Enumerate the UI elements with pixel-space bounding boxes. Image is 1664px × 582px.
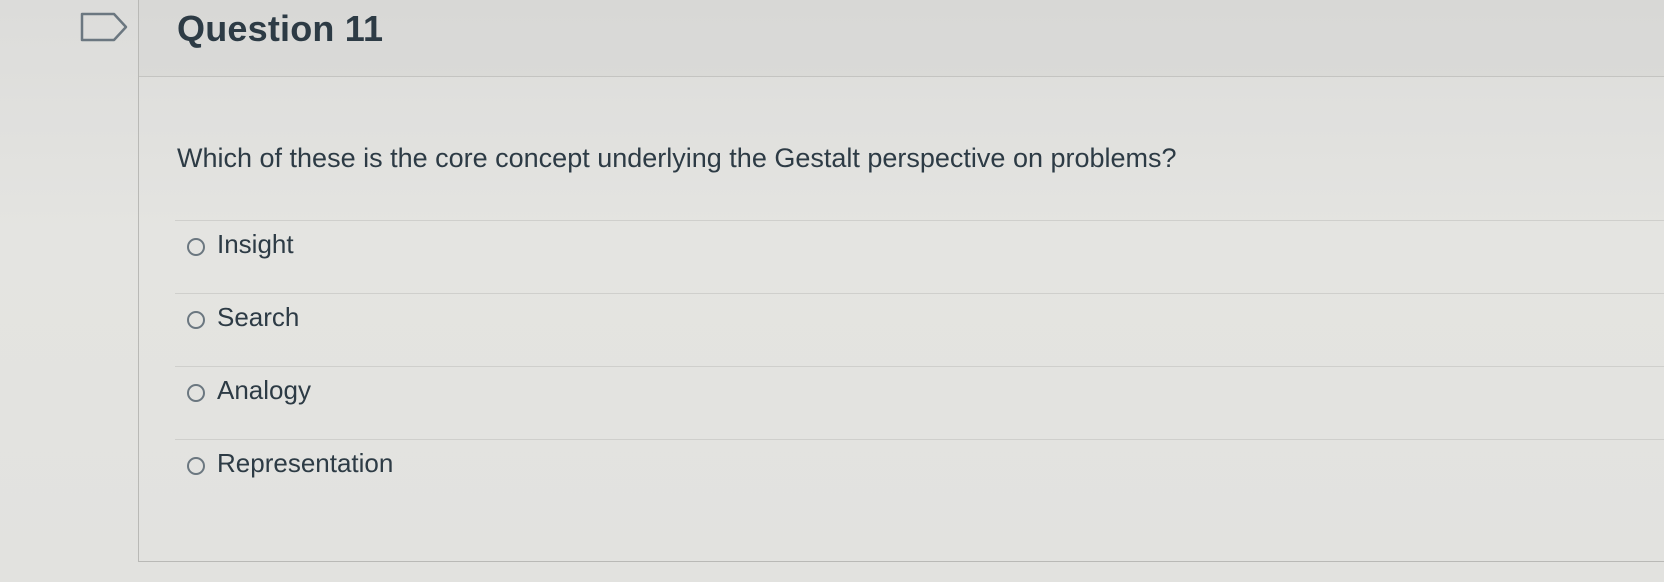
quiz-page: Question 11 Which of these is the core c…	[0, 0, 1664, 582]
answer-option-search[interactable]: Search	[175, 293, 1664, 366]
answer-option-analogy[interactable]: Analogy	[175, 366, 1664, 439]
radio-button[interactable]	[187, 238, 205, 256]
answer-option-representation[interactable]: Representation	[175, 439, 1664, 512]
answer-label: Analogy	[217, 375, 311, 405]
radio-button[interactable]	[187, 457, 205, 475]
radio-button[interactable]	[187, 311, 205, 329]
question-title: Question 11	[177, 8, 384, 49]
answer-label: Representation	[217, 448, 394, 478]
answer-label: Insight	[217, 229, 294, 259]
radio-button[interactable]	[187, 384, 205, 402]
answer-label: Search	[217, 302, 300, 332]
flag-icon[interactable]	[80, 12, 132, 42]
question-text: Which of these is the core concept under…	[177, 143, 1177, 173]
answer-list: Insight Search Analogy Representation	[175, 220, 1664, 512]
question-card: Question 11 Which of these is the core c…	[138, 0, 1664, 562]
answer-option-insight[interactable]: Insight	[175, 220, 1664, 293]
question-header: Question 11	[139, 0, 1664, 77]
